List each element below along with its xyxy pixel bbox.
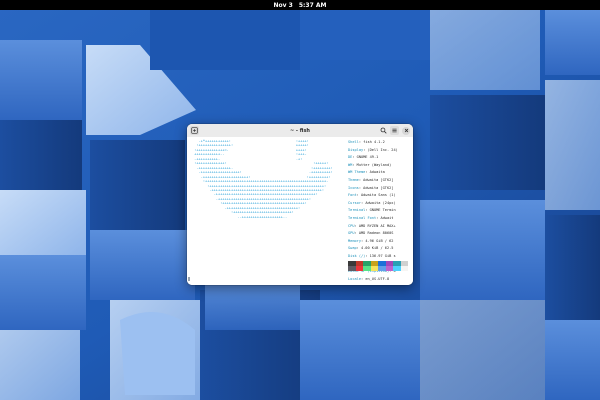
system-info-value: 136.97 GiB s (369, 253, 396, 258)
palette-swatch (348, 266, 356, 271)
system-info-key: Terminal (348, 208, 366, 213)
system-info-row: GPU: AMD Radeon 8060S (348, 230, 412, 238)
palette-row-bright (348, 266, 408, 271)
terminal-window[interactable]: ~ - fish .+*+++++++++++::++++::+++++++… (187, 124, 413, 285)
system-info-value: (Dell Inc. 24) (367, 147, 398, 152)
system-info-row: Disk (/): 136.97 GiB s (348, 253, 412, 261)
system-info-value: Adwaita (24px) (365, 200, 396, 205)
search-button[interactable] (379, 126, 388, 135)
system-info-row: DE: GNOME 49.1 (348, 154, 412, 162)
palette-swatch (393, 266, 401, 271)
system-info-row: Locale: en_US.UTF-8 (348, 276, 412, 284)
palette-swatch (378, 266, 386, 271)
system-info-row: Theme: Adwaita [GTK2] (348, 177, 412, 185)
system-info-value: Adwaita [GTK2] (363, 185, 394, 190)
clock-date: Nov 3 (273, 1, 293, 9)
system-info-key: Memory (348, 238, 361, 243)
system-info-key: Icons (348, 185, 359, 190)
system-info-value: AMD RYZEN AI MAX+ (358, 223, 396, 228)
palette-swatch (385, 266, 393, 271)
system-info-key: Swap (348, 246, 357, 251)
system-info-row: WM Theme: Adwaita (348, 169, 412, 177)
color-palette (348, 261, 408, 271)
system-info-value: Mutter (Wayland) (356, 162, 392, 167)
system-info-row: Terminal: GNOME Termin (348, 207, 412, 215)
menu-icon (392, 128, 397, 133)
palette-swatch (370, 266, 378, 271)
system-info-key: Locale (348, 276, 361, 281)
system-info-row: Font: Adwaita Sans (1) (348, 192, 412, 200)
system-info-key: Font (348, 193, 357, 198)
system-info-key: Theme (348, 177, 359, 182)
system-info-row: Memory: 4.96 GiB / 62 (348, 238, 412, 246)
system-info-value: Adwait (380, 215, 394, 220)
system-info-value: en_US.UTF-8 (365, 276, 390, 281)
system-info-row: Cursor: Adwaita (24px) (348, 200, 412, 208)
menu-button[interactable] (390, 126, 399, 135)
distro-logo-ascii: .+*+++++++++++: :++++: :+++++++++++++++:… (194, 139, 333, 219)
system-info-row: CPU: AMD RYZEN AI MAX+ (348, 223, 412, 231)
system-info-key: Display (348, 147, 364, 152)
system-info-row: WM: Mutter (Wayland) (348, 162, 412, 170)
system-info-value: GNOME 49.1 (356, 155, 379, 160)
system-info-row: Display: (Dell Inc. 24) (348, 147, 412, 155)
header-bar[interactable]: ~ - fish (187, 124, 413, 138)
system-info-value: AMD Radeon 8060S (358, 231, 394, 236)
close-icon (404, 128, 408, 133)
new-tab-icon (191, 127, 198, 134)
system-info-row: Swap: 4.00 KiB / 62.5 (348, 245, 412, 253)
system-info-key: Cursor (348, 200, 361, 205)
clock-button[interactable]: Nov 3 5:37 AM (274, 2, 327, 9)
system-info-value: fish 4.1.2 (363, 140, 385, 144)
palette-swatch (400, 266, 408, 271)
system-info-value: Adwaita [GTK2] (363, 177, 394, 182)
palette-swatch (355, 266, 363, 271)
system-info-key: WM Theme (348, 170, 366, 175)
top-bar: Nov 3 5:37 AM (0, 0, 600, 10)
system-info-row: Icons: Adwaita [GTK2] (348, 185, 412, 193)
clock-time: 5:37 AM (298, 1, 327, 9)
palette-swatch (363, 266, 371, 271)
system-info-key: Disk (/) (348, 253, 366, 258)
system-info-key: Terminal Font (348, 215, 377, 220)
system-info-key: Shell (348, 140, 359, 144)
system-info-value: 4.96 GiB / 62 (365, 238, 394, 243)
system-info-value: Adwaita Sans (1) (360, 193, 396, 198)
close-button[interactable] (402, 126, 410, 135)
terminal-cursor (188, 277, 190, 281)
search-icon (380, 127, 387, 134)
system-info-value: 4.00 KiB / 62.5 (360, 246, 394, 251)
new-tab-button[interactable] (190, 126, 199, 135)
terminal-output[interactable]: .+*+++++++++++: :++++: :+++++++++++++++:… (187, 137, 413, 285)
system-info-value: GNOME Termin (369, 208, 396, 213)
system-info-row: Shell: fish 4.1.2 (348, 139, 412, 147)
system-info-value: Adwaita (369, 170, 385, 175)
system-info-row: Terminal Font: Adwait (348, 215, 412, 223)
